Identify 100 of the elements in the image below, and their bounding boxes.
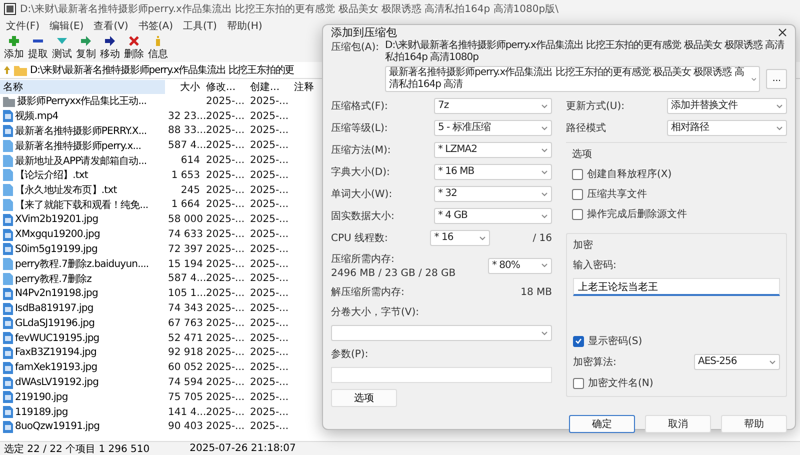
modified-date: 2025-...	[205, 318, 246, 329]
field-label: 参数(P):	[331, 348, 370, 361]
file-name[interactable]: 8uoQzw19191.jpg	[15, 421, 100, 432]
field-label: 加密算法:	[573, 356, 616, 369]
column-header[interactable]: 注释	[291, 80, 321, 94]
dialog-button[interactable]: 帮助	[721, 415, 787, 433]
file-name[interactable]: 【永久地址发布页】.txt	[15, 183, 117, 198]
file-size: 60 052	[168, 362, 203, 374]
file-size: 74 633	[168, 229, 203, 240]
modified-date: 2025-...	[205, 332, 246, 344]
dropdown[interactable]: 添加并替换文件	[667, 98, 787, 114]
file-size: 58 000	[168, 214, 203, 226]
dropdown[interactable]: * 4 GB	[434, 208, 552, 224]
dropdown[interactable]: 相对路径	[667, 120, 787, 136]
group-title: 选项	[572, 148, 593, 161]
file-name[interactable]: famXek19193.jpg	[15, 362, 98, 374]
file-name[interactable]: 最新著名推特摄影师PERRY.X...	[15, 124, 147, 138]
dialog-button[interactable]: 取消	[645, 415, 711, 433]
created-date: 2025-...	[249, 140, 290, 152]
menu-item[interactable]: 书签(A)	[138, 19, 173, 33]
file-name[interactable]: IsdBa819197.jpg	[15, 303, 94, 314]
created-date: 2025-...	[249, 199, 290, 210]
file-size: 15 194	[168, 258, 203, 270]
toolbar-button[interactable]: 移动	[99, 35, 121, 61]
menu-item[interactable]: 编辑(E)	[50, 19, 84, 33]
file-size: 92 918	[168, 347, 203, 358]
modified-date: 2025-...	[205, 362, 246, 374]
column-header[interactable]: 大小	[165, 80, 203, 94]
file-name[interactable]: XVim2b19201.jpg	[15, 214, 98, 226]
file-name[interactable]: FaxB3Z19194.jpg	[15, 347, 96, 358]
file-name[interactable]: 最新地址及APP请发邮箱自动...	[15, 154, 147, 168]
file-name[interactable]: fevWUC19195.jpg	[15, 332, 100, 344]
dropdown[interactable]: * 80%	[488, 258, 552, 274]
dropdown[interactable]: 7z	[434, 98, 552, 114]
toolbar-button[interactable]: 删除	[123, 35, 145, 61]
file-name[interactable]: XMxgqu19200.jpg	[15, 229, 100, 240]
thread-count: / 16	[532, 232, 552, 244]
file-name[interactable]: 视频.mp4	[15, 109, 58, 124]
column-header[interactable]: 修改...	[203, 80, 247, 94]
checkbox-label: 显示密码(S)	[588, 334, 642, 348]
options-button[interactable]: 选项	[331, 389, 397, 407]
file-name[interactable]: 【论坛介绍】.txt	[15, 168, 88, 182]
file-size: 74 343	[168, 303, 203, 314]
file-name[interactable]: S0im5g19199.jpg	[15, 244, 98, 255]
modified-date: 2025-...	[205, 258, 246, 270]
toolbar-button[interactable]: 提取	[27, 35, 49, 61]
toolbar-button[interactable]: 信息	[147, 35, 169, 61]
file-name[interactable]: GLdaSJ19196.jpg	[15, 318, 95, 329]
dropdown[interactable]: * 16 MB	[434, 164, 552, 180]
menu-item[interactable]: 文件(F)	[6, 19, 40, 33]
modified-date: 2025-...	[205, 155, 246, 166]
column-header[interactable]: 名称	[0, 80, 165, 94]
file-name[interactable]: N4Pv2n19198.jpg	[15, 288, 98, 300]
file-name[interactable]: 最新著名推特摄影师perry.x...	[15, 138, 142, 153]
column-header[interactable]: 创建...	[247, 80, 291, 94]
file-size: 32 23...	[168, 110, 206, 122]
created-date: 2025-...	[249, 110, 290, 122]
toolbar-button[interactable]: 添加	[3, 35, 25, 61]
menu-item[interactable]: 工具(T)	[183, 19, 217, 33]
password-field[interactable]: 上老王论坛当老王	[573, 278, 780, 296]
created-date: 2025-...	[249, 170, 290, 181]
field-label: 压缩包(A):	[331, 40, 380, 54]
menu-item[interactable]: 查看(V)	[94, 19, 128, 33]
browse-button[interactable]: ...	[766, 69, 787, 89]
dropdown[interactable]: * 16	[430, 230, 490, 246]
file-name[interactable]: perry教程.7删除z.baiduyun....	[15, 257, 149, 272]
file-name[interactable]: 【来了就能下载和观看！纯免...	[15, 198, 148, 212]
file-name[interactable]: 119189.jpg	[15, 406, 68, 418]
memory-usage: 18 MB	[520, 286, 552, 298]
created-date: 2025-...	[249, 96, 290, 107]
field-label: 分卷大小，字节(V):	[331, 306, 420, 319]
toolbar-button[interactable]: 测试	[51, 35, 73, 61]
dialog-button[interactable]: 确定	[569, 415, 635, 433]
dropdown[interactable]: 最新著名推特摄影师perry.x作品集流出 比挖王东拍的更有感觉 极品美女 极限诱惑 高清私拍164p 高清	[385, 66, 760, 92]
created-date: 2025-...	[249, 362, 290, 374]
file-name[interactable]: dWAsLV19192.jpg	[15, 377, 99, 388]
modified-date: 2025-...	[205, 170, 246, 181]
modified-date: 2025-...	[205, 347, 246, 358]
menu-item[interactable]: 帮助(H)	[226, 19, 262, 33]
address-path[interactable]: D:\来财\最新著名推特摄影师perry.x作品集流出 比挖王东拍的更	[30, 63, 294, 77]
dropdown[interactable]: * LZMA2	[434, 142, 552, 158]
field-label: 压缩格式(F):	[331, 100, 388, 113]
file-name[interactable]: 摄影师Perryxx作品集比王动...	[17, 94, 147, 108]
dropdown[interactable]: AES-256	[694, 354, 780, 370]
file-size: 72 397	[168, 244, 203, 255]
toolbar-button[interactable]: 复制	[75, 35, 97, 61]
field-label: 单词大小(W):	[331, 188, 392, 201]
file-name[interactable]: perry教程.7删除z	[15, 272, 92, 286]
archive-path: D:\来财\最新著名推特摄影师perry.x作品集流出 比挖王东拍的更有感觉 极品美女 极限诱惑 高清私拍164p 高清1080p	[385, 40, 786, 64]
modified-date: 2025-...	[205, 421, 246, 432]
created-date: 2025-...	[249, 288, 290, 300]
file-name[interactable]: 219190.jpg	[15, 392, 68, 403]
created-date: 2025-...	[249, 214, 290, 226]
group-title: 加密	[573, 238, 594, 252]
dropdown[interactable]: 5 - 标准压缩	[434, 120, 552, 136]
modified-date: 2025-...	[205, 96, 246, 107]
field-label: 解压缩所需内存:	[331, 286, 404, 299]
created-date: 2025-...	[249, 258, 290, 270]
modified-date: 2025-...	[205, 303, 246, 314]
dropdown[interactable]: * 32	[434, 186, 552, 202]
